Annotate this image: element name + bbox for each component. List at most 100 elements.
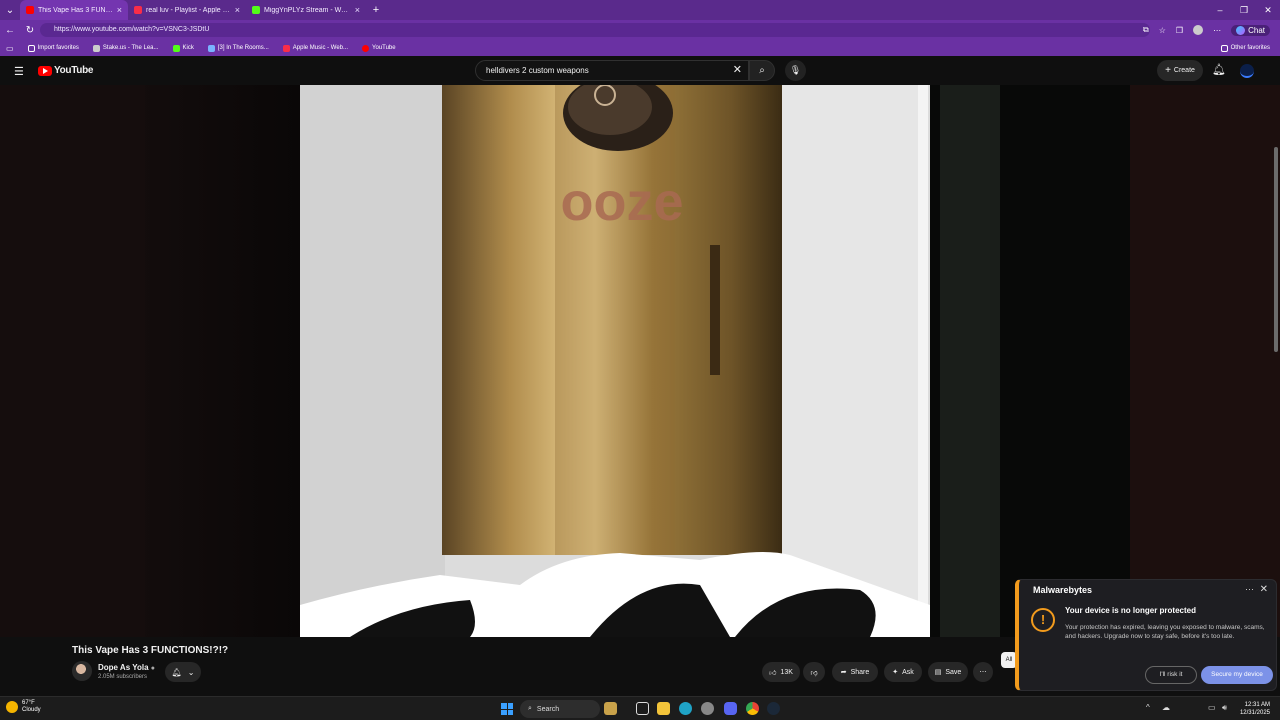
url-text: https://www.youtube.com/watch?v=VSNC3-JS…: [54, 26, 210, 33]
chevron-down-icon: ⌄: [187, 667, 195, 677]
file-explorer-icon[interactable]: [657, 702, 670, 715]
youtube-logo[interactable]: YouTube: [38, 65, 94, 76]
share-icon: ➦: [840, 669, 847, 676]
bookmark-label: [3] In The Rooms...: [217, 45, 269, 51]
taskbar-search[interactable]: ⌕ Search: [520, 700, 600, 718]
taskbar-search-label: Search: [536, 705, 560, 713]
video-title: This Vape Has 3 FUNCTIONS!?!?: [72, 645, 229, 656]
youtube-play-icon: [38, 65, 52, 76]
subscription-bell-button[interactable]: 🔔︎ ⌄: [165, 662, 201, 682]
edge-browser-icon[interactable]: [679, 702, 692, 715]
close-icon[interactable]: ✕: [1260, 584, 1268, 595]
close-window-icon[interactable]: ✕: [1256, 5, 1280, 16]
widgets-app-icon[interactable]: [604, 702, 617, 715]
ask-button[interactable]: ✦ Ask: [884, 662, 922, 682]
youtube-icon: [362, 44, 370, 52]
thumbs-up-icon: 👍︎: [769, 669, 777, 677]
volume-icon[interactable]: 🔊︎: [1222, 703, 1227, 713]
save-button[interactable]: ▤ Save: [928, 662, 968, 682]
bookmark-import-favorites[interactable]: Import favorites: [27, 44, 79, 52]
tab-title: This Vape Has 3 FUNCTIONS!?!?: [38, 6, 113, 14]
new-tab-icon[interactable]: +: [366, 4, 386, 16]
bookmark-label: Apple Music - Web...: [292, 45, 349, 51]
windows-taskbar: 67°F Cloudy ⌕ Search ^ ☁ ▭ 🔊︎ 12:31 AM 12/3…: [0, 696, 1280, 720]
folder-icon: [1220, 44, 1228, 52]
search-button[interactable]: ⌕: [749, 60, 775, 81]
bookmark-label: Import favorites: [37, 45, 79, 51]
notifications-bell-icon[interactable]: 🔔︎: [1212, 63, 1226, 76]
bookmark-apple-music[interactable]: Apple Music - Web...: [282, 44, 349, 52]
bookmark-stake[interactable]: Stake.us - The Lea...: [92, 44, 159, 52]
bookmark-kick[interactable]: Kick: [172, 44, 194, 52]
window-controls: – ❐ ✕: [1208, 0, 1280, 20]
share-label: Share: [850, 668, 870, 676]
copilot-chat-button[interactable]: Chat: [1231, 24, 1270, 36]
like-button[interactable]: 👍︎ 13K: [762, 662, 800, 682]
other-favorites[interactable]: Other favorites: [1220, 44, 1270, 52]
channel-name[interactable]: Dope As Yola ●: [98, 663, 155, 672]
tab-kick-stream[interactable]: MiggYnPLYz Stream - Watch Live on Kick ×: [246, 0, 366, 20]
bookmark-in-the-rooms[interactable]: [3] In The Rooms...: [207, 44, 269, 52]
clear-search-icon[interactable]: ✕: [733, 61, 742, 80]
create-button[interactable]: + Create: [1157, 60, 1203, 81]
refresh-icon[interactable]: ↻: [20, 25, 40, 36]
bookmark-label: YouTube: [372, 45, 396, 51]
risk-it-button[interactable]: I'll risk it: [1145, 666, 1197, 684]
apple-music-favicon-icon: [134, 6, 142, 14]
share-button[interactable]: ➦ Share: [832, 662, 878, 682]
tab-apple-music[interactable]: real luv - Playlist - Apple Music ×: [128, 0, 246, 20]
vape-brand-text: ooze: [560, 172, 683, 232]
weather-widget[interactable]: 67°F Cloudy: [6, 700, 41, 714]
discord-app-icon[interactable]: [724, 702, 737, 715]
collections-icon[interactable]: ❒: [1176, 26, 1183, 35]
channel-avatar[interactable]: [72, 661, 92, 681]
taskbar-clock[interactable]: 12:31 AM 12/31/2025: [1240, 701, 1270, 717]
like-count: 13K: [780, 668, 793, 676]
onedrive-icon[interactable]: ☁: [1162, 703, 1170, 712]
more-options-icon[interactable]: ⋯: [1245, 584, 1254, 595]
chat-label: Chat: [1248, 25, 1265, 35]
sidebar-toggle-icon[interactable]: ▭: [6, 44, 14, 53]
hamburger-menu-icon[interactable]: ☰: [14, 65, 24, 78]
start-button[interactable]: [501, 703, 513, 715]
search-input[interactable]: helldivers 2 custom weapons ✕: [475, 60, 749, 81]
more-actions-button[interactable]: ⋯: [973, 662, 993, 682]
back-icon[interactable]: ←: [0, 25, 20, 36]
bookmark-youtube[interactable]: YouTube: [362, 44, 396, 52]
search-icon: ⌕: [528, 705, 532, 712]
voice-search-icon[interactable]: 🎙: [785, 60, 806, 81]
page-scrollbar[interactable]: [1274, 147, 1278, 352]
verified-icon: ●: [150, 665, 155, 672]
create-label: Create: [1173, 67, 1195, 74]
minimize-icon[interactable]: –: [1208, 5, 1232, 15]
network-icon[interactable]: ▭: [1208, 703, 1216, 712]
favorite-star-icon[interactable]: ☆: [1159, 26, 1166, 35]
close-tab-icon[interactable]: ×: [117, 5, 122, 15]
more-menu-icon[interactable]: ⋯: [1213, 26, 1221, 35]
close-tab-icon[interactable]: ×: [235, 5, 240, 15]
chrome-app-icon[interactable]: [746, 702, 759, 715]
close-tab-icon[interactable]: ×: [355, 5, 360, 15]
extensions-icon[interactable]: ⧉: [1143, 25, 1149, 35]
bookmark-label: Kick: [182, 45, 194, 51]
notification-heading: Your device is no longer protected: [1065, 606, 1196, 615]
address-bar[interactable]: https://www.youtube.com/watch?v=VSNC3-JS…: [40, 23, 1150, 37]
steam-app-icon[interactable]: [767, 702, 780, 715]
task-view-icon[interactable]: [636, 702, 649, 715]
channel-name-text: Dope As Yola: [98, 663, 149, 672]
dislike-button[interactable]: 👎︎: [803, 662, 825, 682]
search-icon: ⌕: [759, 65, 765, 76]
tab-youtube-video[interactable]: This Vape Has 3 FUNCTIONS!?!? ×: [20, 0, 128, 20]
tray-overflow-icon[interactable]: ^: [1146, 703, 1150, 712]
search-value: helldivers 2 custom weapons: [486, 66, 589, 75]
restore-icon[interactable]: ❐: [1232, 5, 1256, 16]
malwarebytes-notification: Malwarebytes ⋯ ✕ ! Your device is no lon…: [1015, 579, 1277, 691]
settings-app-icon[interactable]: [701, 702, 714, 715]
tab-actions-chevron-icon[interactable]: ⌄: [0, 5, 20, 16]
temperature: 67°F: [22, 700, 35, 706]
secure-device-button[interactable]: Secure my device: [1201, 666, 1273, 684]
profile-avatar[interactable]: [1193, 25, 1204, 35]
video-player[interactable]: ooze: [0, 85, 1280, 637]
kick-favicon-icon: [252, 6, 260, 14]
account-avatar[interactable]: [1240, 64, 1254, 78]
